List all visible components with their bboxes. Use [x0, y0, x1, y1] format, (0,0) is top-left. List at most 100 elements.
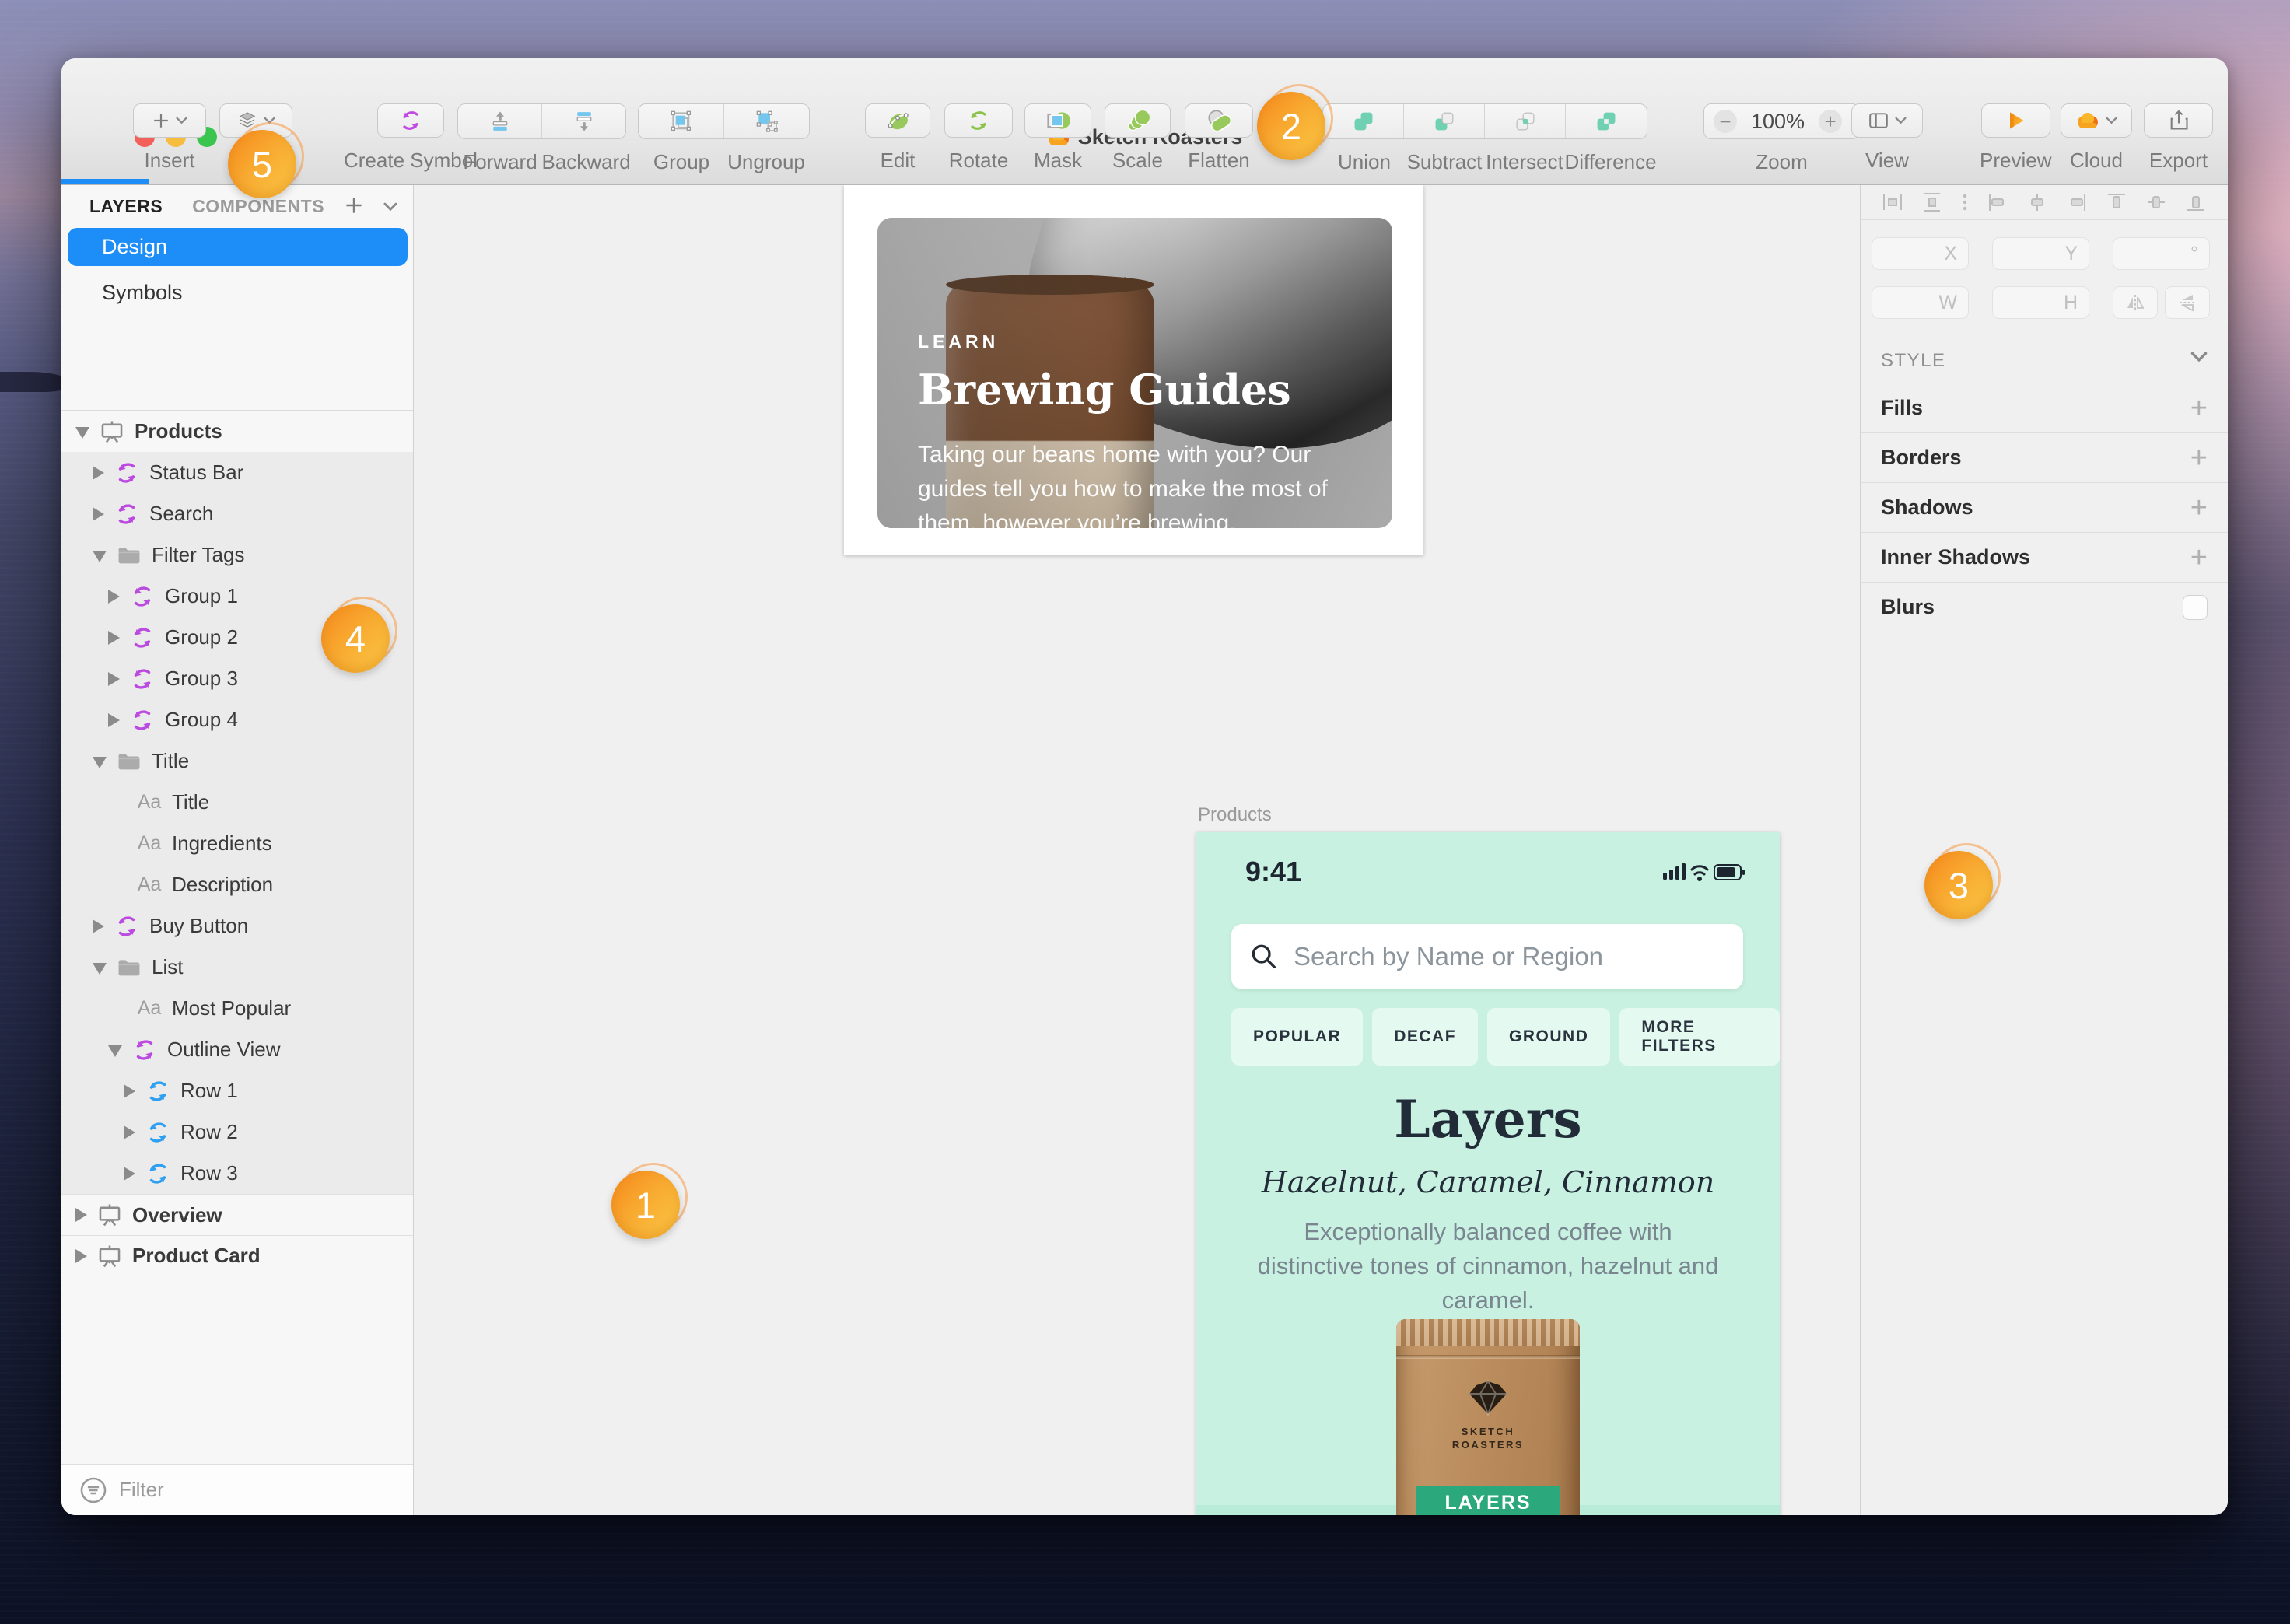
- toolbar-subtract[interactable]: [1403, 104, 1484, 138]
- disclosure-open-icon[interactable]: [93, 757, 107, 768]
- disclosure-open-icon[interactable]: [108, 1045, 122, 1057]
- add-border-button[interactable]: +: [2190, 446, 2208, 470]
- flip-vertical-button[interactable]: [2165, 286, 2210, 319]
- layer-row-list-folder[interactable]: List: [61, 947, 413, 988]
- scale-icon: [1126, 108, 1150, 133]
- add-inner-shadow-button[interactable]: +: [2190, 546, 2208, 569]
- layer-row-row-2[interactable]: Row 2: [61, 1111, 413, 1153]
- style-collapse-chevron[interactable]: [2190, 352, 2208, 362]
- disclosure-closed-icon[interactable]: [93, 507, 104, 521]
- artboard-products[interactable]: 9:41: [1196, 832, 1780, 1515]
- toolbar-preview[interactable]: Preview: [1980, 103, 2051, 173]
- bag-product-name: LAYERS: [1416, 1492, 1560, 1514]
- blurs-checkbox[interactable]: [2183, 595, 2208, 620]
- toolbar-cloud[interactable]: Cloud: [2061, 103, 2132, 173]
- toolbar-union[interactable]: [1323, 104, 1403, 138]
- add-page-button[interactable]: [345, 196, 363, 215]
- disclosure-closed-icon[interactable]: [108, 672, 120, 686]
- align-left-icon[interactable]: [1986, 191, 2009, 214]
- layer-row-ingredients[interactable]: Aa Ingredients: [61, 823, 413, 864]
- disclosure-closed-icon[interactable]: [75, 1249, 87, 1263]
- flip-horizontal-button[interactable]: [2113, 286, 2158, 319]
- disclosure-closed-icon[interactable]: [124, 1125, 135, 1139]
- pages-chevron-icon[interactable]: [383, 202, 397, 212]
- align-center-horizontal-icon[interactable]: [2026, 191, 2049, 214]
- toolbar-export[interactable]: Export: [2144, 103, 2213, 173]
- filter-chip-more-filters[interactable]: MORE FILTERS: [1619, 1008, 1780, 1066]
- toolbar-rotate[interactable]: Rotate: [944, 103, 1013, 173]
- toolbar-view[interactable]: View: [1851, 103, 1923, 173]
- sketch-diamond-logo: [1468, 1380, 1508, 1416]
- page-item-design[interactable]: Design: [68, 228, 408, 266]
- filter-chip-decaf[interactable]: DECAF: [1372, 1008, 1478, 1066]
- layer-row-title-folder[interactable]: Title: [61, 740, 413, 782]
- layer-row-group-4[interactable]: Group 4: [61, 699, 413, 740]
- layer-row-product-card[interactable]: Product Card: [61, 1235, 413, 1276]
- align-bottom-icon[interactable]: [2184, 191, 2208, 214]
- layer-row-row-1[interactable]: Row 1: [61, 1070, 413, 1111]
- disclosure-closed-icon[interactable]: [108, 713, 120, 727]
- search-input[interactable]: Search by Name or Region: [1231, 924, 1743, 989]
- disclosure-closed-icon[interactable]: [108, 631, 120, 645]
- toolbar-flatten[interactable]: Flatten: [1185, 103, 1253, 173]
- layer-row-status-bar[interactable]: Status Bar: [61, 452, 413, 493]
- disclosure-open-icon[interactable]: [75, 427, 89, 439]
- tab-layers[interactable]: LAYERS: [89, 196, 163, 217]
- add-shadow-button[interactable]: +: [2190, 496, 2208, 520]
- page-item-symbols[interactable]: Symbols: [102, 277, 183, 308]
- layer-row-description[interactable]: Aa Description: [61, 864, 413, 905]
- more-options-icon[interactable]: [1960, 191, 1970, 214]
- align-top-icon[interactable]: [2105, 191, 2128, 214]
- disclosure-closed-icon[interactable]: [93, 466, 104, 480]
- toolbar-intersect[interactable]: [1484, 104, 1565, 138]
- zoom-in-button[interactable]: +: [1819, 110, 1842, 133]
- toolbar-mask[interactable]: Mask: [1024, 103, 1091, 173]
- tab-components[interactable]: COMPONENTS: [192, 196, 324, 217]
- toolbar-scale[interactable]: Scale: [1105, 103, 1171, 173]
- layer-row-row-3[interactable]: Row 3: [61, 1153, 413, 1194]
- disclosure-closed-icon[interactable]: [124, 1084, 135, 1098]
- toolbar-forward[interactable]: [458, 104, 541, 138]
- layer-row-title-text[interactable]: Aa Title: [61, 782, 413, 823]
- add-fill-button[interactable]: +: [2190, 397, 2208, 420]
- distribute-vertically-icon[interactable]: [1921, 191, 1944, 214]
- rotation-field[interactable]: °: [2113, 237, 2210, 270]
- disclosure-closed-icon[interactable]: [93, 919, 104, 933]
- y-position-field[interactable]: Y: [1992, 237, 2089, 270]
- layer-filter-field[interactable]: Filter: [61, 1464, 413, 1515]
- filter-placeholder: Filter: [119, 1478, 164, 1502]
- width-field[interactable]: W: [1872, 286, 1969, 319]
- align-middle-vertical-icon[interactable]: [2145, 191, 2168, 214]
- layer-row-products[interactable]: Products: [61, 411, 413, 452]
- canvas[interactable]: LEARN Brewing Guides Taking our beans ho…: [414, 185, 1860, 1515]
- zoom-out-button[interactable]: −: [1714, 110, 1737, 133]
- toolbar-backward[interactable]: [541, 104, 625, 138]
- disclosure-closed-icon[interactable]: [75, 1208, 87, 1222]
- align-right-icon[interactable]: [2065, 191, 2089, 214]
- disclosure-open-icon[interactable]: [93, 551, 107, 562]
- layer-row-outline-view[interactable]: Outline View: [61, 1029, 413, 1070]
- inspector-panel: X Y ° W H STYLE Fills + Borders +: [1860, 185, 2228, 1515]
- layer-row-overview[interactable]: Overview: [61, 1194, 413, 1235]
- toolbar-ungroup[interactable]: [723, 104, 809, 138]
- toolbar-difference[interactable]: [1565, 104, 1647, 138]
- layer-row-most-popular[interactable]: Aa Most Popular: [61, 988, 413, 1029]
- x-position-field[interactable]: X: [1872, 237, 1969, 270]
- artboard-learn[interactable]: LEARN Brewing Guides Taking our beans ho…: [844, 185, 1423, 555]
- layer-row-search[interactable]: Search: [61, 493, 413, 534]
- symbol-icon: [114, 501, 140, 527]
- distribute-horizontally-icon[interactable]: [1881, 191, 1904, 214]
- toolbar-group[interactable]: [639, 104, 723, 138]
- disclosure-open-icon[interactable]: [93, 963, 107, 975]
- brewing-guides-card[interactable]: LEARN Brewing Guides Taking our beans ho…: [877, 218, 1392, 528]
- layer-row-buy-button[interactable]: Buy Button: [61, 905, 413, 947]
- toolbar-edit[interactable]: Edit: [865, 103, 930, 173]
- disclosure-closed-icon[interactable]: [124, 1167, 135, 1181]
- height-field[interactable]: H: [1992, 286, 2089, 319]
- filter-chip-ground[interactable]: GROUND: [1487, 1008, 1610, 1066]
- artboard-title-products[interactable]: Products: [1198, 804, 1272, 826]
- disclosure-closed-icon[interactable]: [108, 590, 120, 604]
- toolbar-insert[interactable]: Insert: [133, 103, 206, 173]
- layer-row-filter-tags[interactable]: Filter Tags: [61, 534, 413, 576]
- filter-chip-popular[interactable]: POPULAR: [1231, 1008, 1363, 1066]
